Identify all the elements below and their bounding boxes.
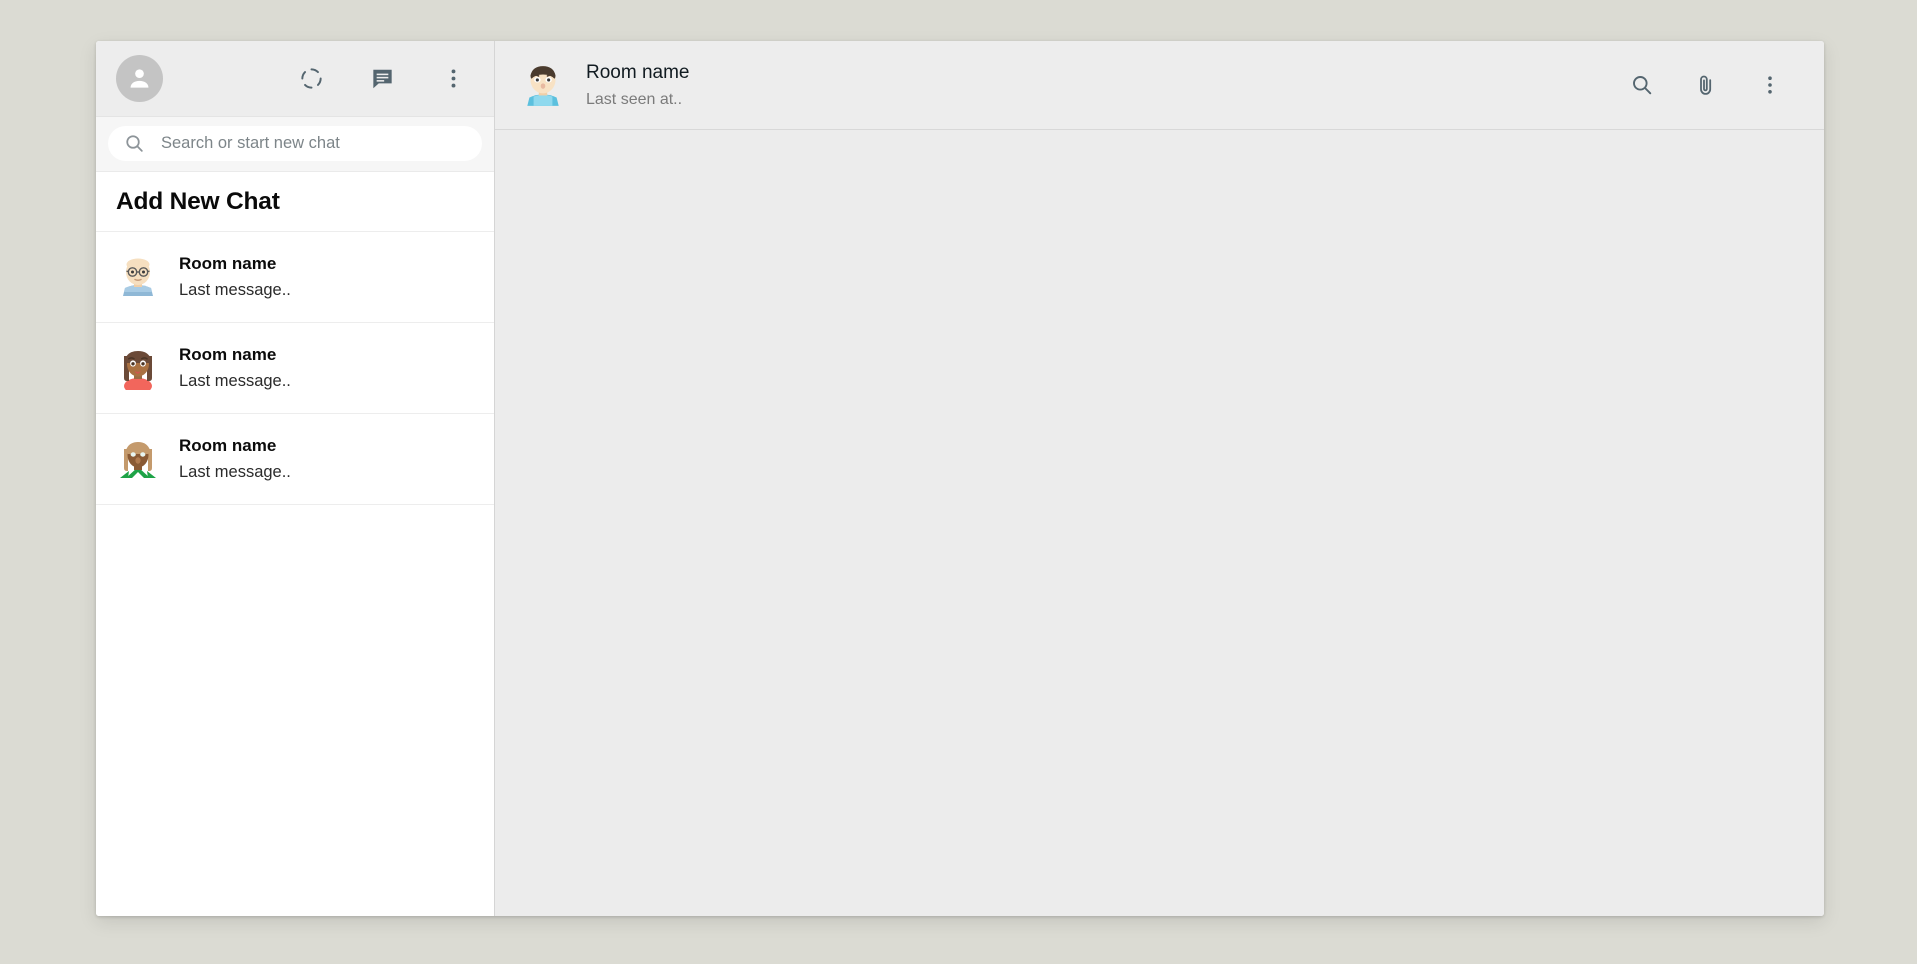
chat-panel: Room name Last seen at.. (495, 41, 1824, 916)
chat-list-item[interactable]: Room name Last message.. (96, 232, 494, 323)
chat-item-last-message: Last message.. (179, 463, 291, 481)
man-dark-hair-blue-shirt-avatar (527, 66, 559, 106)
chat-header: Room name Last seen at.. (495, 41, 1824, 130)
search-pill[interactable] (108, 126, 482, 161)
search-icon[interactable] (1627, 70, 1657, 100)
search-input[interactable] (161, 134, 468, 153)
chat-item-name: Room name (179, 345, 277, 364)
chat-app-window: Add New Chat (96, 41, 1824, 916)
search-icon (126, 135, 143, 152)
chat-item-text: Room name Last message.. (179, 254, 291, 300)
more-options-icon[interactable] (1755, 70, 1785, 100)
search-bar-container (96, 117, 494, 172)
chat-header-status: Last seen at.. (586, 90, 683, 108)
person-avatar-icon (130, 69, 149, 88)
chat-list: Room name Last message.. Room name Last … (96, 232, 494, 916)
woman-dark-hair-red-top-avatar (124, 351, 152, 390)
chat-item-text: Room name Last message.. (179, 436, 291, 482)
chat-message-area (495, 130, 1824, 916)
new-chat-icon[interactable] (367, 64, 397, 94)
chat-header-room-name: Room name (586, 61, 690, 83)
chat-item-last-message: Last message.. (179, 372, 291, 390)
sidebar-header-actions (296, 64, 468, 94)
elderly-man-with-glasses-avatar (123, 258, 153, 296)
more-options-icon[interactable] (438, 64, 468, 94)
chat-item-text: Room name Last message.. (179, 345, 291, 391)
profile-avatar[interactable] (116, 55, 163, 102)
chat-header-actions (1627, 70, 1785, 100)
chat-list-item[interactable]: Room name Last message.. (96, 414, 494, 505)
add-new-chat-button[interactable]: Add New Chat (96, 172, 494, 232)
chat-item-last-message: Last message.. (179, 281, 291, 299)
sidebar-header (96, 41, 494, 117)
status-icon[interactable] (296, 64, 326, 94)
chat-item-name: Room name (179, 436, 277, 455)
sidebar: Add New Chat (96, 41, 495, 916)
woman-blonde-hair-green-top-avatar (120, 442, 156, 478)
attach-icon[interactable] (1691, 70, 1721, 100)
chat-list-item[interactable]: Room name Last message.. (96, 323, 494, 414)
chat-item-name: Room name (179, 254, 277, 273)
chat-header-text: Room name Last seen at.. (586, 62, 690, 109)
